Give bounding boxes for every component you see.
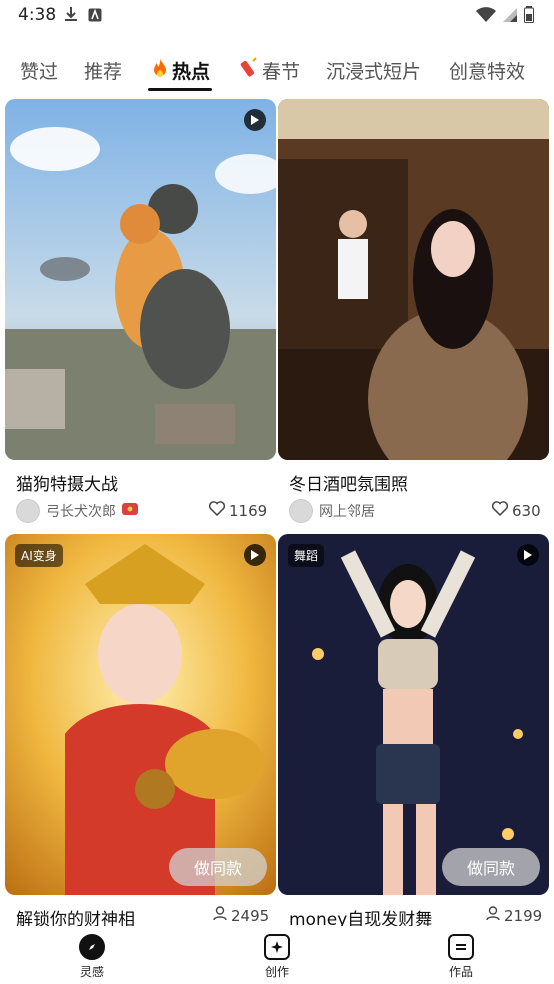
author-name: 网上邻居 — [319, 504, 375, 520]
like-count[interactable]: 630 — [491, 501, 541, 520]
avatar — [16, 499, 40, 523]
avatar — [289, 499, 313, 523]
nav-label: 创作 — [264, 965, 289, 979]
like-count-value: 1169 — [229, 501, 268, 520]
sparkle-icon — [264, 934, 290, 960]
heart-icon — [208, 501, 226, 520]
tab-recommended[interactable]: 推荐 — [84, 52, 122, 88]
card-title[interactable]: 冬日酒吧氛围照 — [289, 470, 408, 495]
use-count: 2495 — [213, 906, 269, 925]
tab-immersive-shorts[interactable]: 沉浸式短片 — [326, 52, 421, 88]
use-count-value: 2495 — [231, 906, 270, 925]
compass-icon — [79, 934, 105, 960]
tab-hot[interactable]: 热点 — [150, 52, 210, 88]
tab-liked[interactable]: 赞过 — [20, 52, 58, 88]
app-notification-icon — [88, 7, 102, 26]
nav-works[interactable]: 作品 — [431, 934, 491, 980]
red-envelope-icon — [122, 503, 138, 519]
nav-label: 灵感 — [79, 965, 104, 979]
author-name: 弓长犬次郎 — [46, 504, 116, 520]
video-card-cat-dog[interactable] — [5, 99, 276, 460]
like-count[interactable]: 1169 — [208, 501, 268, 520]
use-count-value: 2199 — [504, 906, 543, 925]
tab-spring-festival[interactable]: 春节 — [238, 52, 300, 88]
download-icon — [64, 6, 78, 26]
nav-label: 作品 — [448, 965, 473, 979]
play-icon[interactable] — [517, 544, 539, 566]
person-icon — [213, 906, 227, 925]
tab-label: 推荐 — [84, 60, 123, 83]
thumbnail-cat-dog-battle — [5, 99, 276, 460]
tab-label: 赞过 — [20, 60, 59, 83]
video-card-winter-bar[interactable] — [278, 99, 549, 460]
video-card-money-dance[interactable]: 舞蹈 做同款 — [278, 534, 549, 895]
nav-inspiration[interactable]: 灵感 — [62, 934, 122, 980]
battery-icon — [524, 6, 534, 27]
person-icon — [486, 906, 500, 925]
tab-creative-effects[interactable]: 创意特效 — [449, 52, 525, 88]
heart-icon — [491, 501, 509, 520]
thumbnail-winter-bar — [278, 99, 549, 460]
card-author[interactable]: 网上邻居 — [289, 499, 375, 523]
tab-label: 创意特效 — [449, 60, 526, 83]
thumbnail-wealth-god — [5, 534, 276, 895]
signal-icon — [502, 7, 518, 27]
tab-label: 沉浸式短片 — [326, 60, 422, 83]
card-title[interactable]: 猫狗特摄大战 — [16, 470, 118, 495]
status-bar: 4:38 — [0, 0, 554, 32]
video-card-wealth-god[interactable]: AI变身 做同款 — [5, 534, 276, 895]
fire-icon — [150, 57, 170, 84]
card-author[interactable]: 弓长犬次郎 — [16, 499, 138, 523]
wifi-icon — [476, 6, 496, 27]
category-tabs: 赞过 推荐 热点 春节 沉浸式短片 创意特效 — [0, 52, 554, 92]
category-badge: 舞蹈 — [288, 544, 325, 567]
use-count: 2199 — [486, 906, 542, 925]
make-same-button[interactable]: 做同款 — [442, 848, 540, 886]
status-time: 4:38 — [18, 5, 57, 25]
nav-create[interactable]: 创作 — [247, 934, 307, 980]
make-same-button[interactable]: 做同款 — [169, 848, 267, 886]
bottom-navigation: 灵感 创作 作品 — [0, 926, 554, 984]
list-icon — [448, 934, 474, 960]
play-icon[interactable] — [244, 544, 266, 566]
thumbnail-money-dance — [278, 534, 549, 895]
tab-label: 热点 — [172, 60, 211, 83]
firecracker-icon — [238, 56, 260, 84]
category-badge: AI变身 — [15, 544, 63, 567]
like-count-value: 630 — [512, 501, 541, 520]
play-icon[interactable] — [244, 109, 266, 131]
tab-label: 春节 — [262, 60, 301, 83]
active-tab-indicator — [148, 88, 212, 91]
